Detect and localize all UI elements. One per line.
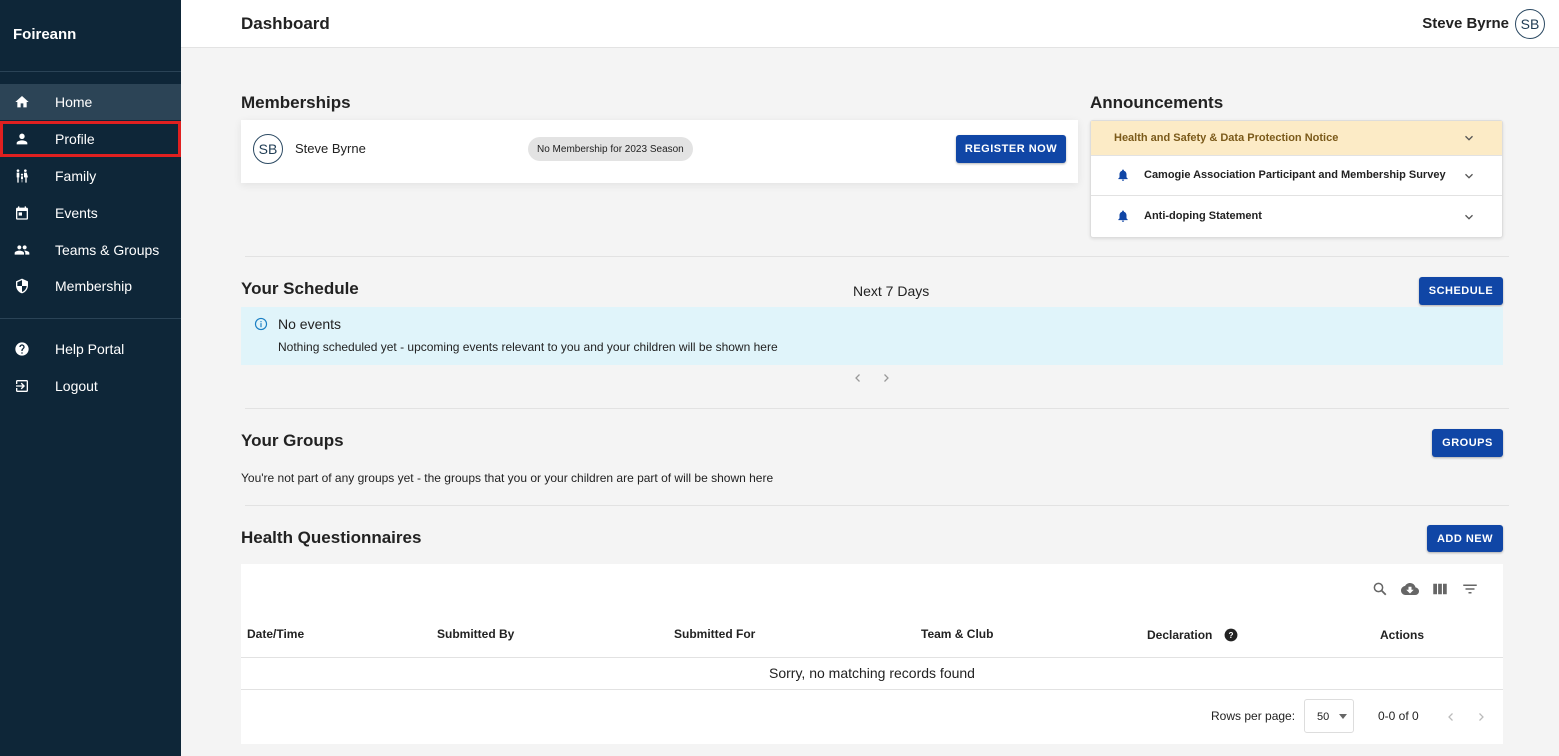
chevron-down-icon — [1465, 173, 1473, 179]
membership-status-chip: No Membership for 2023 Season — [528, 137, 693, 161]
help-circle-icon[interactable]: ? — [1224, 628, 1238, 642]
page-title: Dashboard — [241, 14, 330, 33]
divider — [245, 505, 1509, 506]
questionnaires-table: Date/Time Submitted By Submitted For Tea… — [241, 564, 1503, 744]
sidebar-item-family[interactable]: Family — [0, 158, 181, 194]
announcements-panel: Health and Safety & Data Protection Noti… — [1090, 120, 1503, 238]
chevron-left-icon[interactable] — [1445, 711, 1457, 723]
rows-per-page-value: 50 — [1317, 711, 1330, 723]
announcement-title: Camogie Association Participant and Memb… — [1144, 169, 1446, 181]
avatar[interactable]: SB — [1515, 9, 1545, 39]
column-header-actions: Actions — [1380, 628, 1425, 642]
info-icon — [254, 317, 268, 331]
home-icon — [15, 96, 29, 108]
rows-per-page-label: Rows per page: — [1211, 709, 1296, 723]
member-avatar: SB — [253, 134, 283, 164]
column-header-declaration[interactable]: Declaration — [1147, 628, 1212, 642]
sidebar-item-label: Events — [55, 205, 98, 221]
announcement-title: Health and Safety & Data Protection Noti… — [1114, 132, 1339, 144]
header-divider — [241, 657, 1503, 658]
rows-per-page-select[interactable]: 50 — [1304, 699, 1354, 733]
people-icon — [14, 245, 30, 255]
sidebar-item-profile[interactable]: Profile — [0, 121, 181, 157]
announcements-title: Announcements — [1090, 93, 1224, 112]
chevron-down-icon — [1465, 214, 1473, 220]
user-name[interactable]: Steve Byrne — [1422, 15, 1509, 32]
sidebar-item-label: Logout — [55, 378, 98, 394]
bell-icon — [1118, 169, 1128, 181]
add-new-button[interactable]: ADD NEW — [1427, 525, 1503, 552]
announcement-title: Anti-doping Statement — [1144, 210, 1262, 222]
top-bar: Dashboard Steve Byrne SB — [181, 0, 1559, 48]
sidebar-item-help-portal[interactable]: Help Portal — [0, 331, 181, 367]
alert-body: Nothing scheduled yet - upcoming events … — [278, 340, 778, 354]
sidebar-item-label: Home — [55, 94, 93, 110]
row-divider — [241, 689, 1503, 690]
shield-icon — [16, 278, 28, 294]
chevron-right-icon[interactable] — [880, 372, 892, 384]
brand-logo: Foireann — [0, 0, 181, 72]
schedule-button[interactable]: SCHEDULE — [1419, 277, 1503, 305]
svg-text:?: ? — [1229, 631, 1234, 640]
questionnaires-title: Health Questionnaires — [241, 528, 422, 547]
sidebar-divider — [0, 318, 181, 319]
schedule-title: Your Schedule — [241, 279, 359, 298]
divider — [245, 256, 1509, 257]
sidebar-item-label: Family — [55, 168, 97, 184]
no-events-alert: No events Nothing scheduled yet - upcomi… — [241, 307, 1503, 365]
column-header-date-time[interactable]: Date/Time — [247, 627, 304, 641]
groups-title: Your Groups — [241, 431, 344, 450]
chevron-down-icon — [1465, 135, 1473, 141]
calendar-icon — [16, 206, 28, 220]
announcement-item[interactable]: Health and Safety & Data Protection Noti… — [1091, 121, 1502, 156]
caret-down-icon — [1339, 714, 1347, 719]
sidebar-item-teams-groups[interactable]: Teams & Groups — [0, 232, 181, 268]
sidebar-item-label: Profile — [55, 131, 95, 147]
memberships-title: Memberships — [241, 93, 351, 112]
schedule-range: Next 7 Days — [853, 283, 930, 299]
groups-empty-text: You're not part of any groups yet - the … — [241, 471, 774, 485]
chevron-right-icon[interactable] — [1475, 711, 1487, 723]
logout-icon — [16, 380, 28, 392]
empty-table-message: Sorry, no matching records found — [769, 665, 975, 681]
membership-card: SB Steve Byrne No Membership for 2023 Se… — [241, 120, 1078, 183]
sidebar-item-logout[interactable]: Logout — [0, 368, 181, 404]
pagination-range: 0-0 of 0 — [1378, 709, 1419, 723]
sidebar-item-home[interactable]: Home — [0, 84, 181, 120]
search-icon[interactable] — [1371, 580, 1389, 598]
sidebar: Foireann Home Profile Family Events Team… — [0, 0, 181, 756]
sidebar-item-label: Membership — [55, 278, 133, 294]
divider — [245, 408, 1509, 409]
column-header-submitted-for[interactable]: Submitted For — [674, 627, 755, 641]
announcement-item[interactable]: Camogie Association Participant and Memb… — [1091, 156, 1502, 196]
sidebar-item-label: Teams & Groups — [55, 242, 160, 258]
sidebar-item-events[interactable]: Events — [0, 195, 181, 231]
family-icon — [16, 169, 28, 183]
bell-icon — [1118, 210, 1128, 222]
view-columns-icon[interactable] — [1431, 580, 1449, 598]
alert-title: No events — [278, 316, 342, 332]
register-now-button[interactable]: REGISTER NOW — [956, 135, 1066, 163]
cloud-download-icon[interactable] — [1401, 580, 1419, 598]
sidebar-item-label: Help Portal — [55, 341, 125, 357]
groups-button[interactable]: GROUPS — [1432, 429, 1503, 457]
chevron-left-icon[interactable] — [852, 372, 864, 384]
filter-icon[interactable] — [1461, 580, 1479, 598]
column-header-submitted-by[interactable]: Submitted By — [437, 627, 514, 641]
column-header-team-club[interactable]: Team & Club — [921, 627, 993, 641]
member-name: Steve Byrne — [295, 141, 366, 156]
sidebar-item-membership[interactable]: Membership — [0, 268, 181, 304]
help-icon — [15, 342, 29, 356]
announcement-item[interactable]: Anti-doping Statement — [1091, 197, 1502, 237]
person-icon — [16, 133, 28, 145]
